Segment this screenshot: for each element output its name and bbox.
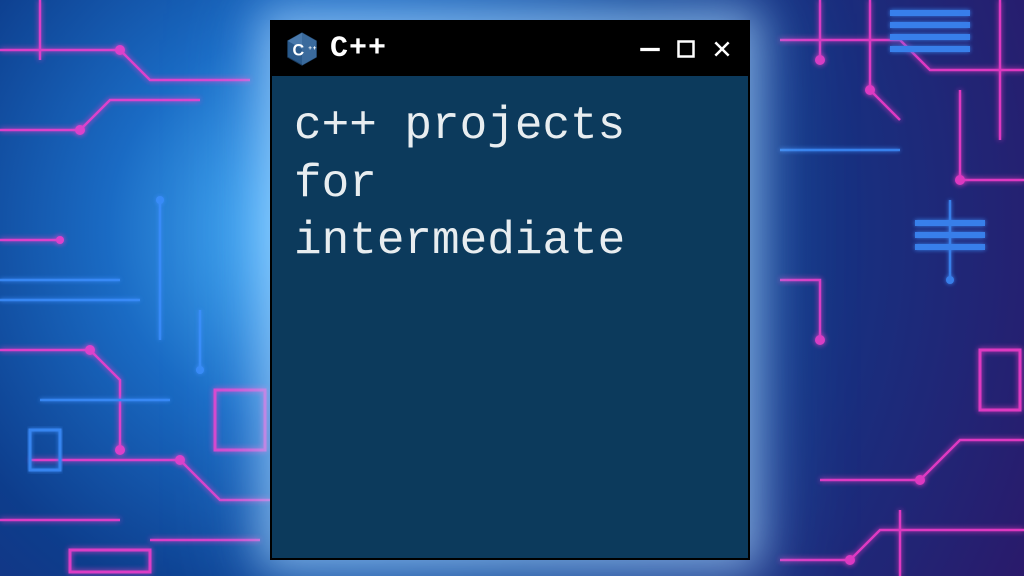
titlebar[interactable]: C + + C++ <box>272 22 748 76</box>
cpp-logo-icon: C + + <box>284 31 320 67</box>
window-controls <box>636 35 736 63</box>
svg-text:C: C <box>293 41 305 59</box>
terminal-text: c++ projects for intermediate <box>294 98 726 271</box>
window-title: C++ <box>330 32 626 66</box>
svg-text:+: + <box>313 45 317 52</box>
close-button[interactable] <box>708 35 736 63</box>
terminal-body: c++ projects for intermediate <box>272 76 748 293</box>
svg-text:+: + <box>308 45 312 52</box>
terminal-window: C + + C++ c++ projects for intermediate <box>270 20 750 560</box>
maximize-button[interactable] <box>672 35 700 63</box>
minimize-button[interactable] <box>636 29 664 57</box>
